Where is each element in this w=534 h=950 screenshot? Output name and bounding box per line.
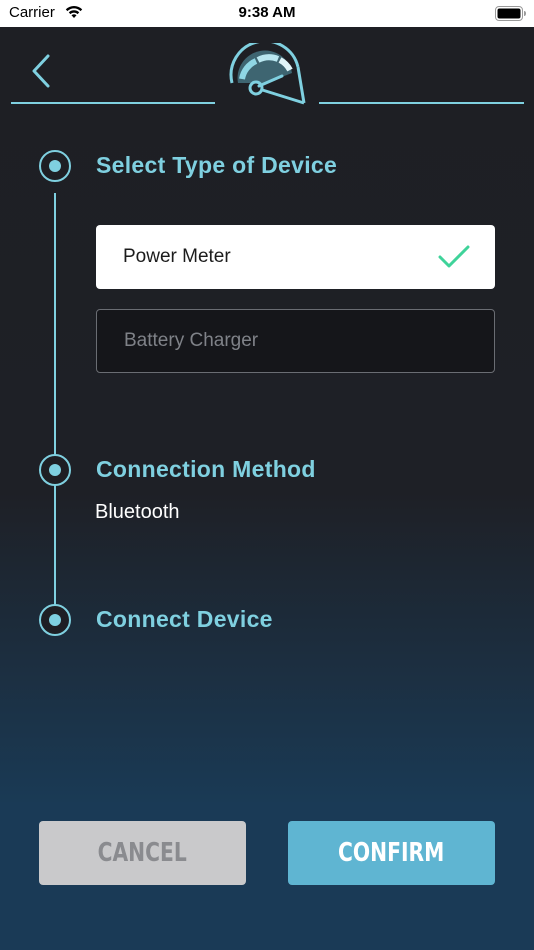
step-3-title: Connect Device	[96, 606, 273, 632]
device-setup-screen: Select Type of Device Power Meter Batter…	[0, 27, 534, 802]
header	[0, 27, 534, 107]
connection-method-value: Bluetooth	[95, 501, 180, 523]
option-label: Power Meter	[123, 246, 231, 267]
header-divider-right	[319, 102, 524, 104]
header-divider-left	[11, 102, 215, 104]
speedometer-gauge-icon	[229, 43, 306, 105]
step-2-title: Connection Method	[96, 456, 316, 482]
step-3-indicator	[39, 604, 71, 636]
cancel-button[interactable]: CANCEL	[39, 821, 246, 885]
confirm-button-label: CONFIRM	[338, 838, 445, 868]
option-power-meter[interactable]: Power Meter	[96, 225, 495, 289]
step-1-indicator	[39, 150, 71, 182]
chevron-left-icon	[32, 54, 50, 88]
battery-icon	[495, 6, 526, 21]
confirm-button[interactable]: CONFIRM	[288, 821, 495, 885]
step-2-indicator	[39, 454, 71, 486]
checkmark-icon	[438, 245, 470, 268]
steps-timeline	[54, 193, 56, 633]
status-bar: Carrier 9:38 AM	[0, 0, 534, 27]
option-label: Battery Charger	[124, 330, 259, 351]
back-button[interactable]	[26, 51, 60, 91]
status-time: 9:38 AM	[238, 4, 296, 21]
cancel-button-label: CANCEL	[97, 838, 188, 868]
step-1-title: Select Type of Device	[96, 152, 338, 178]
footer: CANCEL CONFIRM	[0, 802, 534, 950]
option-battery-charger[interactable]: Battery Charger	[96, 309, 495, 373]
